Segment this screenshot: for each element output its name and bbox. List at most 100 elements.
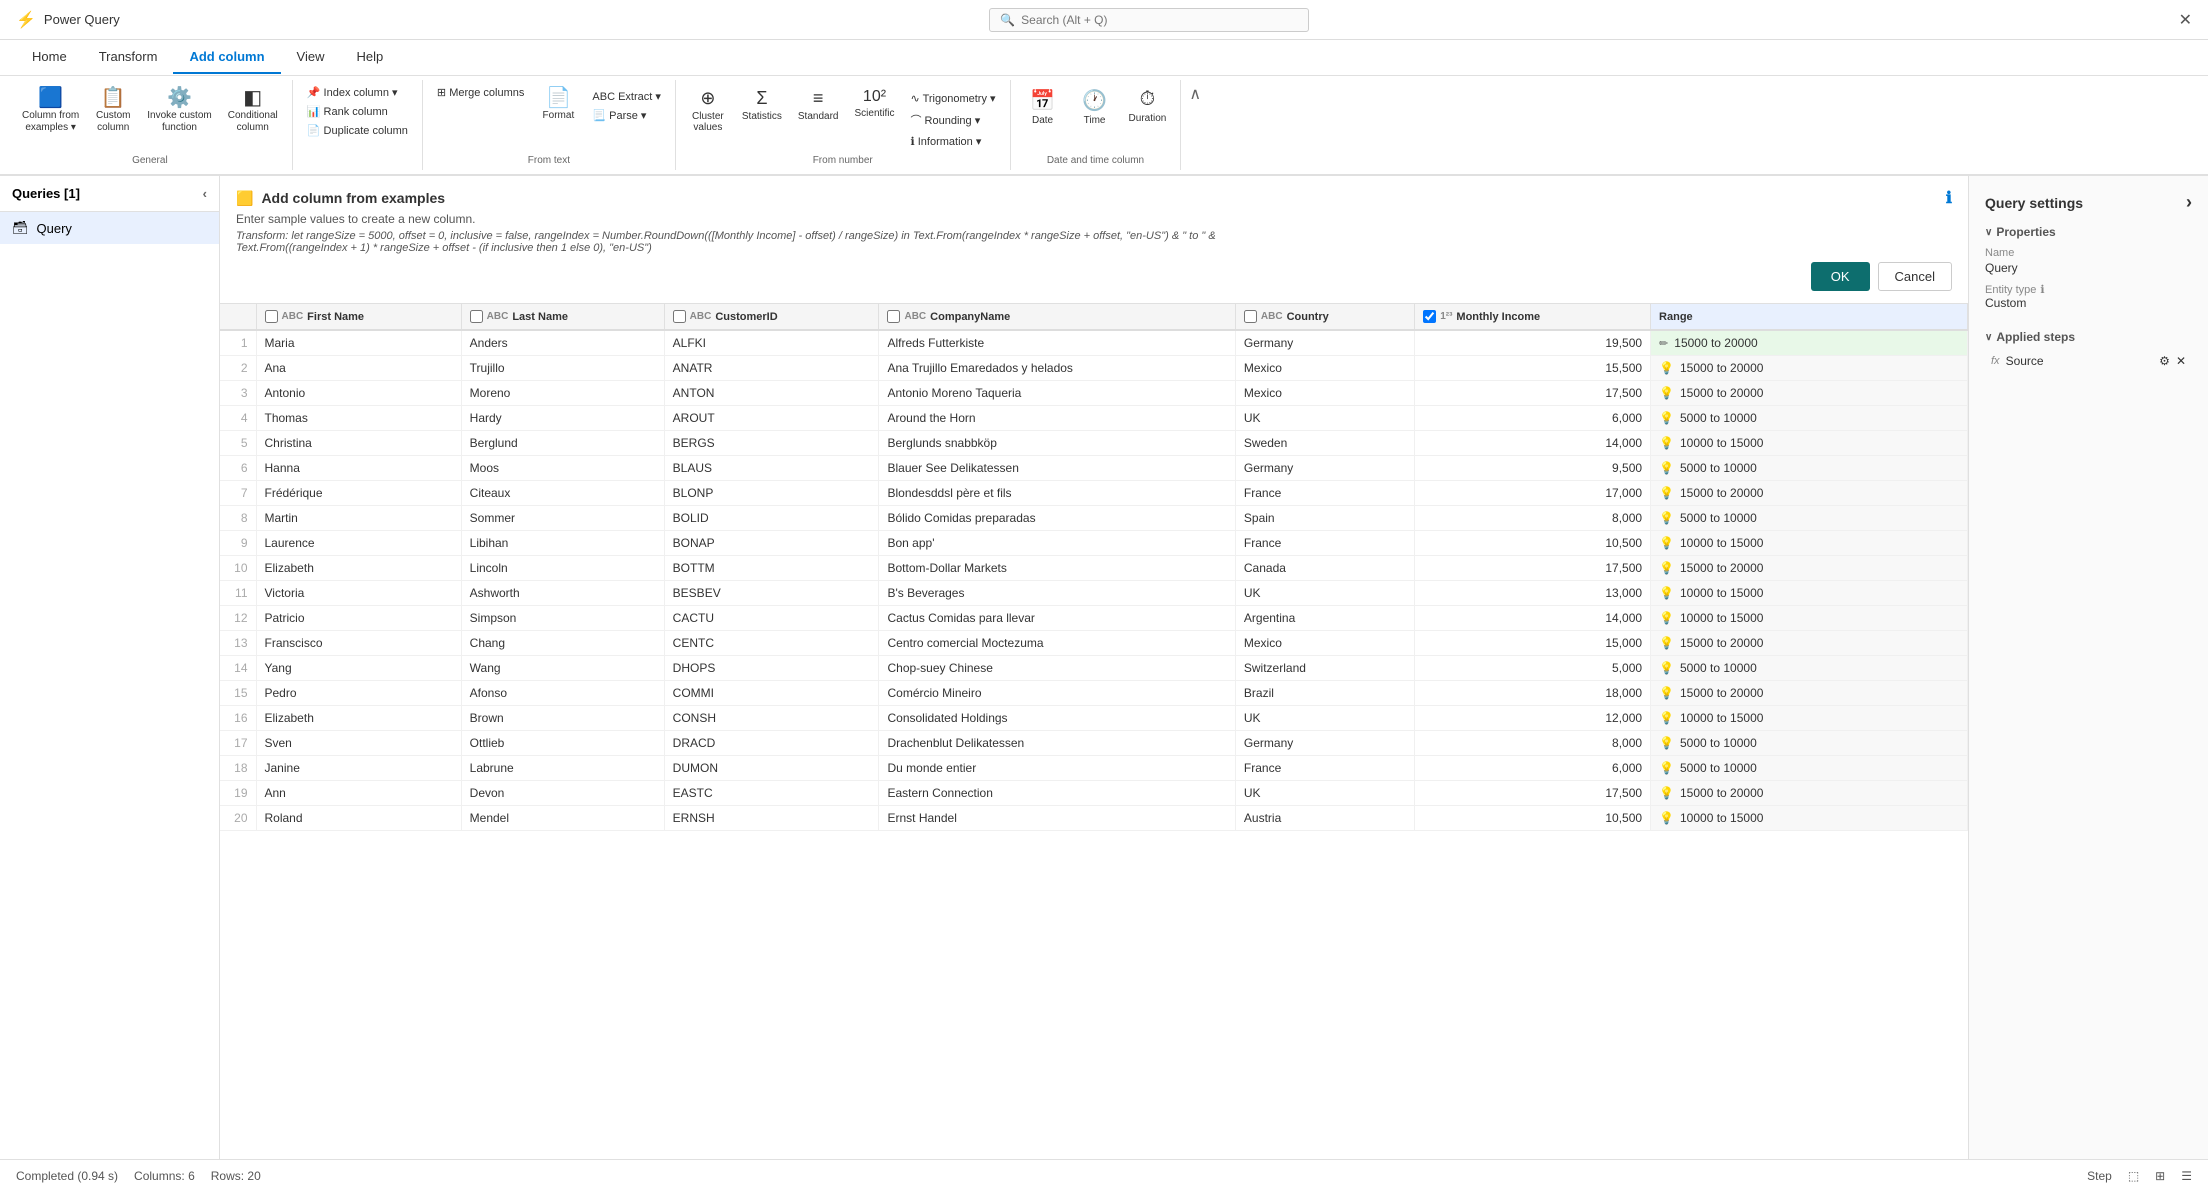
conditional-column-button[interactable]: ◧ Conditionalcolumn xyxy=(222,84,284,138)
custom-column-button[interactable]: 📋 Customcolumn xyxy=(89,84,137,138)
sidebar-collapse-icon[interactable]: ‹ xyxy=(203,186,207,201)
search-input[interactable] xyxy=(1021,13,1261,27)
status-icon-list[interactable]: ☰ xyxy=(2181,1169,2192,1183)
trigonometry-button[interactable]: ∿ Trigonometry ▾ xyxy=(905,90,1002,107)
index-column-button[interactable]: 📌 Index column ▾ xyxy=(301,84,414,101)
cell-range[interactable]: 💡 15000 to 20000 xyxy=(1651,481,1968,506)
step-source[interactable]: fx Source ⚙ ✕ xyxy=(1985,350,2192,372)
time-label: Time xyxy=(1084,115,1106,126)
step-delete-icon[interactable]: ✕ xyxy=(2176,354,2186,368)
th-first-name[interactable]: ABC First Name xyxy=(256,304,461,330)
column-from-examples-button[interactable]: 🟦 Column fromexamples ▾ xyxy=(16,84,85,138)
tab-home[interactable]: Home xyxy=(16,41,83,74)
cell-range[interactable]: 💡 15000 to 20000 xyxy=(1651,681,1968,706)
cell-range[interactable]: 💡 10000 to 15000 xyxy=(1651,806,1968,831)
merge-columns-button[interactable]: ⊞ Merge columns xyxy=(431,84,530,101)
scientific-button[interactable]: 10² Scientific xyxy=(848,84,900,150)
duration-button[interactable]: ⏱ Duration xyxy=(1123,84,1173,128)
step-settings-icon[interactable]: ⚙ xyxy=(2159,354,2170,368)
checkbox-customer-id[interactable] xyxy=(673,310,686,323)
properties-label[interactable]: ∨ Properties xyxy=(1985,225,2192,239)
tab-help[interactable]: Help xyxy=(341,41,400,74)
rank-column-button[interactable]: 📊 Rank column xyxy=(301,103,414,120)
duplicate-column-button[interactable]: 📄 Duplicate column xyxy=(301,122,414,139)
bulb-icon: 💡 xyxy=(1659,686,1674,700)
checkbox-monthly-income[interactable] xyxy=(1423,310,1436,323)
invoke-custom-function-button[interactable]: ⚙️ Invoke customfunction xyxy=(141,84,217,138)
add-col-subtitle: Enter sample values to create a new colu… xyxy=(236,212,1952,226)
cell-range[interactable]: 💡 10000 to 15000 xyxy=(1651,606,1968,631)
ok-button[interactable]: OK xyxy=(1811,262,1870,291)
table-row: 14 Yang Wang DHOPS Chop-suey Chinese Swi… xyxy=(220,656,1968,681)
cell-range[interactable]: 💡 15000 to 20000 xyxy=(1651,556,1968,581)
date-button[interactable]: 📅 Date xyxy=(1019,84,1067,130)
cell-first-name: Thomas xyxy=(256,406,461,431)
sidebar-item-query[interactable]: 🗃 Query xyxy=(0,212,219,244)
search-box[interactable]: 🔍 xyxy=(989,8,1309,32)
cluster-values-button[interactable]: ⊕ Clustervalues xyxy=(684,84,732,150)
cell-range[interactable]: 💡 10000 to 15000 xyxy=(1651,431,1968,456)
cell-range[interactable]: 💡 5000 to 10000 xyxy=(1651,506,1968,531)
th-last-name[interactable]: ABC Last Name xyxy=(461,304,664,330)
tab-add-column[interactable]: Add column xyxy=(173,41,280,74)
cell-range[interactable]: 💡 10000 to 15000 xyxy=(1651,706,1968,731)
th-company-name[interactable]: ABC CompanyName xyxy=(879,304,1235,330)
cell-range[interactable]: 💡 15000 to 20000 xyxy=(1651,631,1968,656)
cell-range[interactable]: 💡 5000 to 10000 xyxy=(1651,456,1968,481)
cell-country: Mexico xyxy=(1235,631,1414,656)
cell-range[interactable]: 💡 15000 to 20000 xyxy=(1651,781,1968,806)
close-icon[interactable]: ✕ xyxy=(2179,10,2192,30)
cell-last-name: Libihan xyxy=(461,531,664,556)
cell-range[interactable]: ✏ 15000 to 20000 xyxy=(1651,330,1968,356)
range-text: 5000 to 10000 xyxy=(1680,761,1757,775)
checkbox-last-name[interactable] xyxy=(470,310,483,323)
tab-view[interactable]: View xyxy=(281,41,341,74)
cell-range[interactable]: 💡 10000 to 15000 xyxy=(1651,581,1968,606)
entity-type-value: Custom xyxy=(1985,296,2192,310)
edit-pencil-icon: ✏ xyxy=(1659,337,1668,350)
add-col-help-icon[interactable]: ℹ xyxy=(1946,188,1952,208)
cell-monthly-income: 13,000 xyxy=(1415,581,1651,606)
range-text: 15000 to 20000 xyxy=(1680,636,1763,650)
cell-range[interactable]: 💡 15000 to 20000 xyxy=(1651,356,1968,381)
parse-button[interactable]: 📃 Parse ▾ xyxy=(586,107,666,124)
extract-button[interactable]: ABC Extract ▾ xyxy=(586,88,666,105)
th-range[interactable]: Range xyxy=(1651,304,1968,330)
cell-rownum: 11 xyxy=(220,581,256,606)
cancel-button[interactable]: Cancel xyxy=(1878,262,1952,291)
standard-button[interactable]: ≡ Standard xyxy=(792,84,845,150)
cell-range[interactable]: 💡 5000 to 10000 xyxy=(1651,406,1968,431)
cell-rownum: 3 xyxy=(220,381,256,406)
status-icon-table[interactable]: ⊞ xyxy=(2155,1169,2165,1183)
cell-range[interactable]: 💡 15000 to 20000 xyxy=(1651,381,1968,406)
rounding-button[interactable]: ⌒ Rounding ▾ xyxy=(905,110,1002,130)
th-country[interactable]: ABC Country xyxy=(1235,304,1414,330)
information-button[interactable]: ℹ Information ▾ xyxy=(905,133,1002,150)
range-text: 15000 to 20000 xyxy=(1680,386,1763,400)
cell-range[interactable]: 💡 5000 to 10000 xyxy=(1651,731,1968,756)
th-customer-id[interactable]: ABC CustomerID xyxy=(664,304,879,330)
statistics-button[interactable]: Σ Statistics xyxy=(736,84,788,150)
cell-country: UK xyxy=(1235,406,1414,431)
applied-steps-label[interactable]: ∨ Applied steps xyxy=(1985,330,2192,344)
cell-company-name: Bon app' xyxy=(879,531,1235,556)
cell-first-name: Laurence xyxy=(256,531,461,556)
tab-transform[interactable]: Transform xyxy=(83,41,174,74)
range-text: 15000 to 20000 xyxy=(1680,361,1763,375)
checkbox-first-name[interactable] xyxy=(265,310,278,323)
status-icon-step[interactable]: ⬚ xyxy=(2128,1169,2139,1183)
cell-range[interactable]: 💡 5000 to 10000 xyxy=(1651,656,1968,681)
checkbox-country[interactable] xyxy=(1244,310,1257,323)
query-settings-expand-icon[interactable]: › xyxy=(2186,192,2192,213)
cell-company-name: Ernst Handel xyxy=(879,806,1235,831)
cell-range[interactable]: 💡 10000 to 15000 xyxy=(1651,531,1968,556)
checkbox-company-name[interactable] xyxy=(887,310,900,323)
cell-company-name: Ana Trujillo Emaredados y helados xyxy=(879,356,1235,381)
format-button[interactable]: 📄 Format xyxy=(534,84,582,125)
cell-range[interactable]: 💡 5000 to 10000 xyxy=(1651,756,1968,781)
th-monthly-income[interactable]: 1²³ Monthly Income xyxy=(1415,304,1651,330)
format-label: Format xyxy=(543,110,575,121)
ribbon-collapse-button[interactable]: ∧ xyxy=(1181,80,1209,170)
time-button[interactable]: 🕐 Time xyxy=(1071,84,1119,130)
ribbon-tabs: Home Transform Add column View Help xyxy=(0,40,2208,76)
